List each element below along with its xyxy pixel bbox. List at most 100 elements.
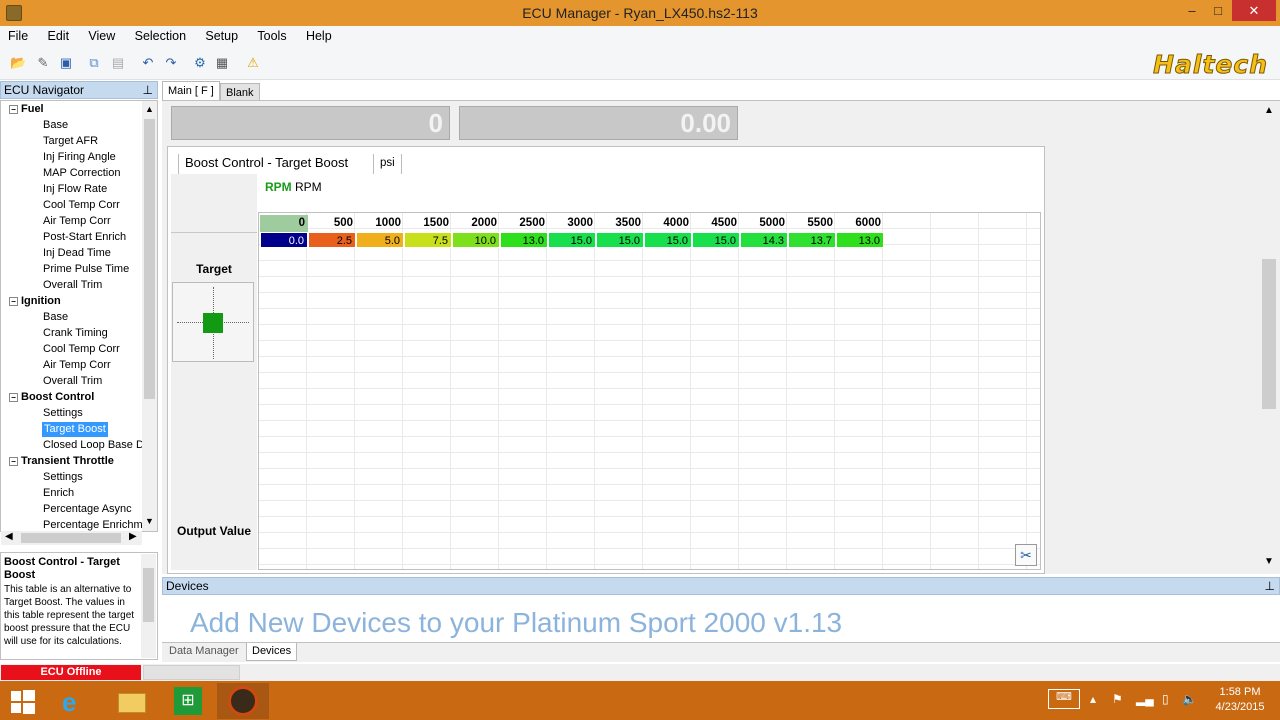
- table-cell[interactable]: 15.0: [548, 232, 596, 248]
- minimize-button[interactable]: –: [1180, 0, 1204, 21]
- warning-icon[interactable]: ⚠: [245, 55, 261, 71]
- table-cell[interactable]: 14.3: [740, 232, 788, 248]
- close-button[interactable]: ✕: [1232, 0, 1276, 21]
- collapse-icon[interactable]: −: [9, 105, 18, 114]
- tools-icon[interactable]: ✂: [1015, 544, 1037, 566]
- network-icon[interactable]: ▂▄: [1136, 692, 1154, 706]
- scroll-thumb[interactable]: [21, 533, 121, 543]
- rpm-header-cell[interactable]: 500: [308, 215, 356, 232]
- table-cell[interactable]: 13.7: [788, 232, 836, 248]
- rpm-header-cell[interactable]: 3500: [596, 215, 644, 232]
- tree-item[interactable]: Overall Trim: [43, 278, 102, 293]
- scroll-down-icon[interactable]: ▼: [145, 516, 154, 526]
- tree-item[interactable]: Post-Start Enrich: [43, 230, 126, 245]
- tree-item[interactable]: Settings: [43, 470, 83, 485]
- tree-item[interactable]: Base: [43, 310, 68, 325]
- tab-devices[interactable]: Devices: [246, 643, 298, 661]
- clock[interactable]: 1:58 PM 4/23/2015: [1210, 685, 1270, 715]
- tree-item-selected[interactable]: Target Boost: [42, 422, 108, 437]
- rpm-header-cell[interactable]: 2500: [500, 215, 548, 232]
- collapse-icon[interactable]: −: [9, 393, 18, 402]
- table-cell[interactable]: 15.0: [596, 232, 644, 248]
- table-cell[interactable]: 13.0: [500, 232, 548, 248]
- scroll-up-icon[interactable]: ▲: [145, 104, 154, 114]
- copy-icon[interactable]: ⧉: [86, 55, 102, 71]
- pin-icon[interactable]: ⊥: [143, 82, 153, 98]
- tree-item[interactable]: Base: [43, 118, 68, 133]
- tab-blank[interactable]: Blank: [220, 83, 260, 100]
- scroll-thumb[interactable]: [144, 119, 155, 399]
- menu-setup[interactable]: Setup: [197, 26, 246, 45]
- table-cell[interactable]: 13.0: [836, 232, 884, 248]
- tree-item[interactable]: Inj Dead Time: [43, 246, 111, 261]
- rpm-header-cell[interactable]: 4500: [692, 215, 740, 232]
- collapse-icon[interactable]: −: [9, 457, 18, 466]
- tree-group-fuel[interactable]: − Fuel: [9, 102, 44, 117]
- scroll-right-icon[interactable]: ▶: [129, 531, 137, 542]
- tree-item[interactable]: Crank Timing: [43, 326, 108, 341]
- rpm-header-cell[interactable]: 1500: [404, 215, 452, 232]
- tree-group-transient-throttle[interactable]: − Transient Throttle: [9, 454, 114, 469]
- menu-selection[interactable]: Selection: [127, 26, 194, 45]
- menu-edit[interactable]: Edit: [40, 26, 78, 45]
- volume-icon[interactable]: 🔈: [1182, 692, 1197, 706]
- menu-view[interactable]: View: [80, 26, 123, 45]
- open-folder-icon[interactable]: 📂: [10, 55, 26, 71]
- rpm-header-cell[interactable]: 0: [260, 215, 308, 232]
- tree-item[interactable]: Target AFR: [43, 134, 98, 149]
- help-scrollbar[interactable]: [141, 554, 156, 658]
- menu-help[interactable]: Help: [298, 26, 340, 45]
- main-vertical-scrollbar[interactable]: ▲ ▼: [1260, 101, 1278, 573]
- scroll-thumb[interactable]: [1262, 259, 1276, 409]
- rpm-header-cell[interactable]: 5000: [740, 215, 788, 232]
- windows-start-icon[interactable]: [0, 683, 46, 719]
- tree-item[interactable]: Prime Pulse Time: [43, 262, 129, 277]
- tree-item[interactable]: Settings: [43, 406, 83, 421]
- tree-group-ignition[interactable]: − Ignition: [9, 294, 61, 309]
- tree-item[interactable]: Closed Loop Base D: [43, 438, 144, 453]
- grid-icon[interactable]: ▦: [214, 55, 230, 71]
- tab-data-manager[interactable]: Data Manager: [164, 643, 244, 661]
- tree-item[interactable]: Overall Trim: [43, 374, 102, 389]
- tree-item[interactable]: Cool Temp Corr: [43, 342, 120, 357]
- table-cell[interactable]: 0.0: [260, 232, 308, 248]
- scroll-down-icon[interactable]: ▼: [1264, 556, 1274, 567]
- scroll-thumb[interactable]: [143, 568, 154, 622]
- table-cell[interactable]: 5.0: [356, 232, 404, 248]
- paste-icon[interactable]: ▤: [110, 55, 126, 71]
- store-icon[interactable]: ⊞: [166, 683, 210, 719]
- wand-icon[interactable]: ✎: [35, 55, 51, 71]
- tree-item[interactable]: Cool Temp Corr: [43, 198, 120, 213]
- scroll-up-icon[interactable]: ▲: [1264, 105, 1274, 116]
- table-cell[interactable]: 2.5: [308, 232, 356, 248]
- ie-icon[interactable]: e: [52, 683, 96, 719]
- maximize-button[interactable]: □: [1206, 0, 1230, 21]
- gear-icon[interactable]: ⚙: [192, 55, 208, 71]
- add-devices-message[interactable]: Add New Devices to your Platinum Sport 2…: [190, 607, 842, 639]
- navigator-vertical-scrollbar[interactable]: ▲ ▼: [142, 101, 157, 531]
- flag-icon[interactable]: ⚑: [1112, 692, 1123, 706]
- tree-item[interactable]: Inj Flow Rate: [43, 182, 107, 197]
- rpm-header-cell[interactable]: 6000: [836, 215, 884, 232]
- keyboard-icon[interactable]: ⌨: [1048, 689, 1080, 709]
- rpm-header-cell[interactable]: 1000: [356, 215, 404, 232]
- rpm-header-cell[interactable]: 2000: [452, 215, 500, 232]
- rpm-header-cell[interactable]: 5500: [788, 215, 836, 232]
- collapse-icon[interactable]: −: [9, 297, 18, 306]
- tree-item[interactable]: Inj Firing Angle: [43, 150, 116, 165]
- tree-group-boost-control[interactable]: − Boost Control: [9, 390, 94, 405]
- data-table-grid[interactable]: 0 500 1000 1500 2000 2500 3000 3500 4000 4500 5000…: [258, 212, 1041, 570]
- save-icon[interactable]: ▣: [58, 55, 74, 71]
- undo-icon[interactable]: ↶: [140, 55, 156, 71]
- unit-label[interactable]: psi: [373, 154, 402, 174]
- navigator-horizontal-scrollbar[interactable]: ◀ ▶: [1, 531, 142, 545]
- table-cell[interactable]: 15.0: [644, 232, 692, 248]
- explorer-icon[interactable]: [110, 683, 154, 719]
- menu-tools[interactable]: Tools: [249, 26, 294, 45]
- table-cell[interactable]: 10.0: [452, 232, 500, 248]
- table-cell[interactable]: 15.0: [692, 232, 740, 248]
- rpm-header-cell[interactable]: 3000: [548, 215, 596, 232]
- tree-item[interactable]: Percentage Async: [43, 502, 132, 517]
- tree-item[interactable]: MAP Correction: [43, 166, 120, 181]
- tab-main[interactable]: Main [ F ]: [162, 81, 220, 100]
